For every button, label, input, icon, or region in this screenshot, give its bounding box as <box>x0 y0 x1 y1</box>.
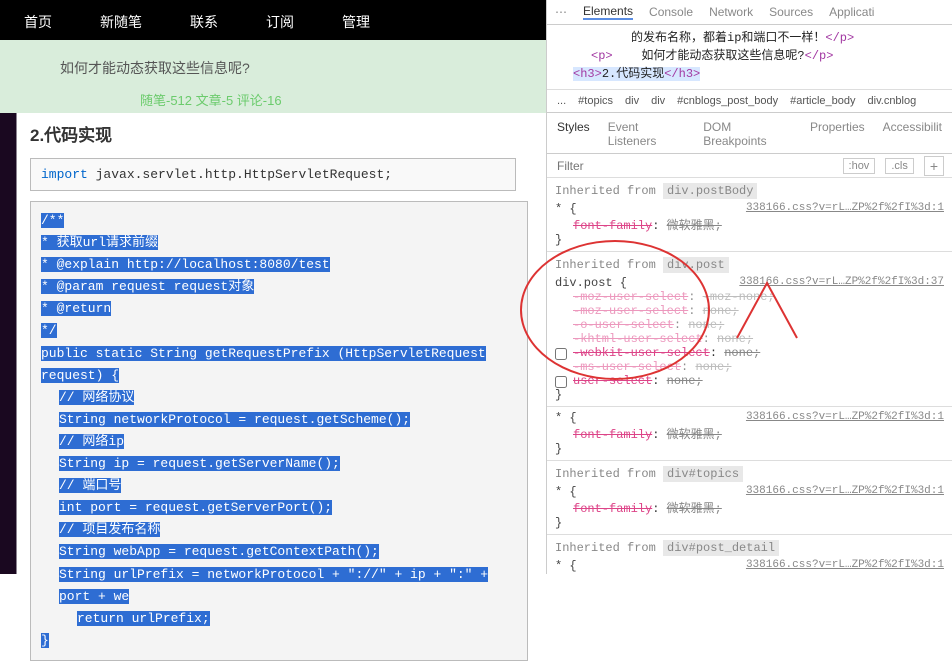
code-line: * @explain http://localhost:8080/test <box>41 257 330 272</box>
css-property[interactable]: -khtml-user-select: none; <box>555 332 944 346</box>
css-selector: * { <box>555 559 577 573</box>
p-close-tag: </p> <box>805 49 834 63</box>
inherited-header: Inherited from div.postBody <box>555 182 944 202</box>
css-property[interactable]: -moz-user-select: -moz-none; <box>555 290 944 304</box>
code-line: // 网络协议 <box>59 390 134 405</box>
p-open-tag: <p> <box>591 49 613 63</box>
code-line: /** <box>41 213 64 228</box>
tab-sources[interactable]: Sources <box>769 5 813 19</box>
code-line: // 网络ip <box>59 434 124 449</box>
tab-console[interactable]: Console <box>649 5 693 19</box>
nav-subscribe[interactable]: 订阅 <box>242 0 318 40</box>
prop-checkbox[interactable] <box>555 376 567 388</box>
close-brace: } <box>555 233 944 247</box>
code-line: String ip = request.getServerName(); <box>59 456 340 471</box>
filter-row: :hov .cls + <box>547 154 952 178</box>
tab-application[interactable]: Applicati <box>829 5 874 19</box>
dom-text: 2.代码实现 <box>602 67 664 81</box>
code-line: * 获取url请求前缀 <box>41 235 158 250</box>
code-import: import javax.servlet.http.HttpServletReq… <box>30 158 516 191</box>
css-selector: * { <box>555 485 577 499</box>
css-property[interactable]: font-family: 微软雅黑; <box>555 499 944 516</box>
inherited-header: Inherited from div#topics <box>555 465 944 485</box>
page-content: 首页 新随笔 联系 订阅 管理 如何才能动态获取这些信息呢? 随笔-512 文章… <box>0 0 547 574</box>
styles-pane[interactable]: Inherited from div.postBody* {338166.css… <box>547 178 952 574</box>
ellipsis-icon[interactable]: ⋯ <box>555 5 567 19</box>
tab-eventlisteners[interactable]: Event Listeners <box>608 120 686 148</box>
css-selector: div.post { <box>555 276 627 290</box>
code-line: * @param request request对象 <box>41 279 254 294</box>
inherited-header: Inherited from div#post_detail <box>555 539 944 559</box>
add-rule-button[interactable]: + <box>924 156 944 176</box>
css-property[interactable]: -ms-user-select: none; <box>555 360 944 374</box>
code-line: // 端口号 <box>59 478 121 493</box>
code-line: String urlPrefix = networkProtocol + ":/… <box>59 567 488 604</box>
code-line: * @return <box>41 301 111 316</box>
code-line: String networkProtocol = request.getSche… <box>59 412 410 427</box>
crumb-more[interactable]: ... <box>557 95 566 107</box>
tab-accessibility[interactable]: Accessibilit <box>883 120 942 148</box>
crumb-div[interactable]: div <box>625 95 639 107</box>
css-property[interactable]: user-select: none; <box>555 374 944 388</box>
top-nav: 首页 新随笔 联系 订阅 管理 <box>0 0 546 40</box>
inherited-header: Inherited from div.post <box>555 256 944 276</box>
code-line: int port = request.getServerPort(); <box>59 500 332 515</box>
devtools-main-tabs: ⋯ Elements Console Network Sources Appli… <box>547 0 952 25</box>
prop-checkbox[interactable] <box>555 348 567 360</box>
dom-tree[interactable]: 的发布名称，都着ip和端口不一样！</p> <p> 如何才能动态获取这些信息呢?… <box>547 25 952 90</box>
code-line: } <box>41 633 49 648</box>
css-property[interactable]: -o-user-select: none; <box>555 318 944 332</box>
styles-subtabs: Styles Event Listeners DOM Breakpoints P… <box>547 113 952 154</box>
crumb-postbody[interactable]: #cnblogs_post_body <box>677 95 778 107</box>
filter-input[interactable] <box>547 155 843 177</box>
close-brace: } <box>555 388 944 402</box>
section-title: 2.代码实现 <box>0 113 546 152</box>
cls-button[interactable]: .cls <box>885 158 914 174</box>
breadcrumb[interactable]: ... #topics div div #cnblogs_post_body #… <box>547 90 952 113</box>
css-property[interactable]: font-family: 微软雅黑; <box>555 216 944 233</box>
tab-elements[interactable]: Elements <box>583 4 633 20</box>
source-link[interactable]: 338166.css?v=rL…ZP%2f%2fI%3d:1 <box>746 411 944 423</box>
code-line: */ <box>41 323 57 338</box>
dom-text: 的发布名称，都着ip和端口不一样！ <box>631 31 825 45</box>
dom-text: 如何才能动态获取这些信息呢? <box>641 49 804 63</box>
source-link[interactable]: 338166.css?v=rL…ZP%2f%2fI%3d:1 <box>746 485 944 497</box>
close-brace: } <box>555 516 944 530</box>
import-target: javax.servlet.http.HttpServletRequest; <box>88 167 392 182</box>
keyword-import: import <box>41 167 88 182</box>
css-property[interactable]: font-family: 微软雅黑; <box>555 425 944 442</box>
css-selector: * { <box>555 411 577 425</box>
nav-new-post[interactable]: 新随笔 <box>76 0 166 40</box>
nav-home[interactable]: 首页 <box>0 0 76 40</box>
blog-stats: 随笔-512 文章-5 评论-16 <box>0 88 546 113</box>
devtools-panel: ⋯ Elements Console Network Sources Appli… <box>547 0 952 574</box>
hov-button[interactable]: :hov <box>843 158 876 174</box>
tab-network[interactable]: Network <box>709 5 753 19</box>
code-block[interactable]: /** * 获取url请求前缀 * @explain http://localh… <box>30 201 528 661</box>
code-line: return urlPrefix; <box>77 611 210 626</box>
nav-contact[interactable]: 联系 <box>166 0 242 40</box>
code-line: // 项目发布名称 <box>59 522 160 537</box>
close-brace: } <box>555 442 944 456</box>
p-close-tag: </p> <box>825 31 854 45</box>
code-line: public static String getRequestPrefix (H… <box>41 346 486 383</box>
code-line: String webApp = request.getContextPath()… <box>59 544 379 559</box>
tab-styles[interactable]: Styles <box>557 120 590 148</box>
nav-admin[interactable]: 管理 <box>318 0 394 40</box>
crumb-cnblog[interactable]: div.cnblog <box>868 95 917 107</box>
css-selector: * { <box>555 202 577 216</box>
h3-close-tag: </h3> <box>664 67 700 81</box>
crumb-topics[interactable]: #topics <box>578 95 613 107</box>
crumb-div[interactable]: div <box>651 95 665 107</box>
css-property[interactable]: -moz-user-select: none; <box>555 304 944 318</box>
tab-dombreakpoints[interactable]: DOM Breakpoints <box>703 120 792 148</box>
info-banner: 如何才能动态获取这些信息呢? <box>0 40 546 88</box>
source-link[interactable]: 338166.css?v=rL…ZP%2f%2fI%3d:37 <box>739 276 944 288</box>
source-link[interactable]: 338166.css?v=rL…ZP%2f%2fI%3d:1 <box>746 202 944 214</box>
tab-properties[interactable]: Properties <box>810 120 865 148</box>
source-link[interactable]: 338166.css?v=rL…ZP%2f%2fI%3d:1 <box>746 559 944 571</box>
h3-open-tag: <h3> <box>573 67 602 81</box>
crumb-article[interactable]: #article_body <box>790 95 855 107</box>
css-property[interactable]: -webkit-user-select: none; <box>555 346 944 360</box>
